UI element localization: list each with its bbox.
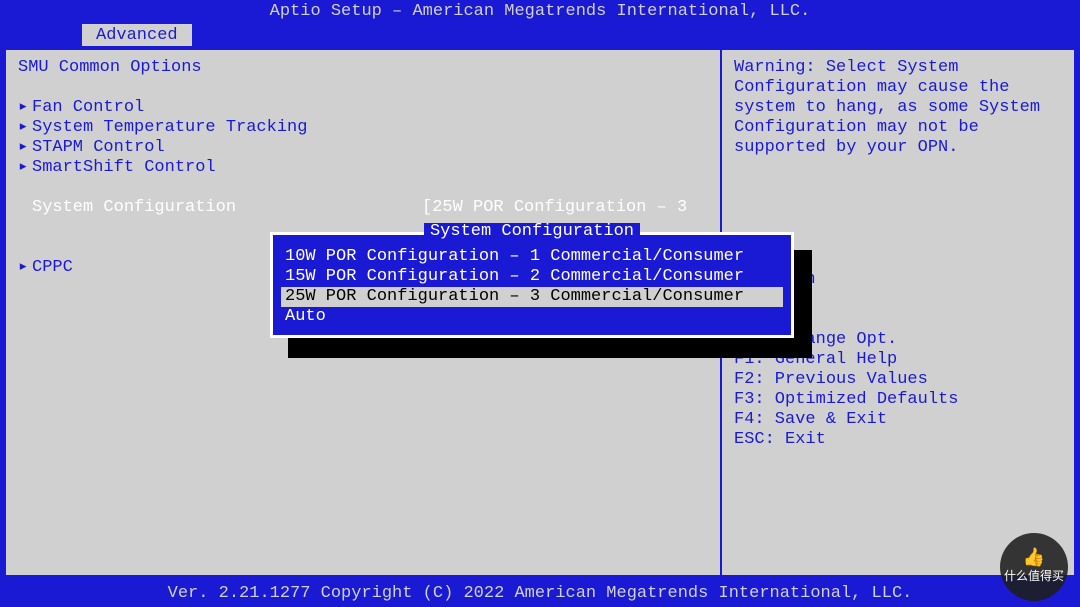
submenu-arrow-icon: ▸: [18, 258, 32, 278]
popup-option[interactable]: 10W POR Configuration – 1 Commercial/Con…: [281, 247, 783, 267]
footer-text: Ver. 2.21.1277 Copyright (C) 2022 Americ…: [168, 584, 913, 603]
popup-option[interactable]: 15W POR Configuration – 2 Commercial/Con…: [281, 267, 783, 287]
menu-item[interactable]: ▸System Temperature Tracking: [18, 118, 708, 138]
popup-title-wrap: System Configuration: [273, 223, 791, 241]
nav-hint: F4: Save & Exit: [734, 410, 1062, 430]
tab-bar: Advanced: [0, 24, 1080, 48]
popup-system-configuration: System Configuration 10W POR Configurati…: [270, 232, 794, 338]
app-title: Aptio Setup – American Megatrends Intern…: [270, 2, 811, 21]
menu-label: System Temperature Tracking: [32, 118, 307, 138]
popup-option[interactable]: Auto: [281, 307, 783, 327]
submenu-arrow-icon: ▸: [18, 98, 32, 118]
popup-option[interactable]: 25W POR Configuration – 3 Commercial/Con…: [281, 287, 783, 307]
help-text: Warning: Select System Configuration may…: [734, 58, 1062, 158]
tab-advanced[interactable]: Advanced: [82, 24, 192, 46]
menu-item[interactable]: ▸STAPM Control: [18, 138, 708, 158]
submenu-arrow-icon: ▸: [18, 158, 32, 178]
menu-item[interactable]: ▸Fan Control: [18, 98, 708, 118]
tab-label: Advanced: [96, 26, 178, 45]
menu-label: Fan Control: [32, 98, 144, 118]
nav-hint: F3: Optimized Defaults: [734, 390, 1062, 410]
watermark-text: 什么值得买: [1004, 566, 1064, 586]
thumb-icon: 👍: [1023, 548, 1045, 566]
watermark-badge: 👍 什么值得买: [1000, 533, 1068, 601]
nav-hint: ESC: Exit: [734, 430, 1062, 450]
nav-hint: F2: Previous Values: [734, 370, 1062, 390]
blank-icon: [18, 198, 32, 218]
menu-label: CPPC: [32, 258, 73, 278]
title-bar: Aptio Setup – American Megatrends Intern…: [0, 0, 1080, 24]
menu-label: System Configuration: [32, 198, 236, 218]
footer-bar: Ver. 2.21.1277 Copyright (C) 2022 Americ…: [0, 581, 1080, 607]
submenu-arrow-icon: ▸: [18, 118, 32, 138]
menu-value: [25W POR Configuration – 3: [422, 198, 687, 218]
section-heading: SMU Common Options: [18, 58, 708, 78]
menu-item-system-configuration[interactable]: System Configuration [25W POR Configurat…: [18, 198, 708, 218]
menu-item[interactable]: ▸SmartShift Control: [18, 158, 708, 178]
submenu-arrow-icon: ▸: [18, 138, 32, 158]
popup-title: System Configuration: [424, 223, 640, 241]
menu-label: STAPM Control: [32, 138, 165, 158]
menu-label: SmartShift Control: [32, 158, 216, 178]
